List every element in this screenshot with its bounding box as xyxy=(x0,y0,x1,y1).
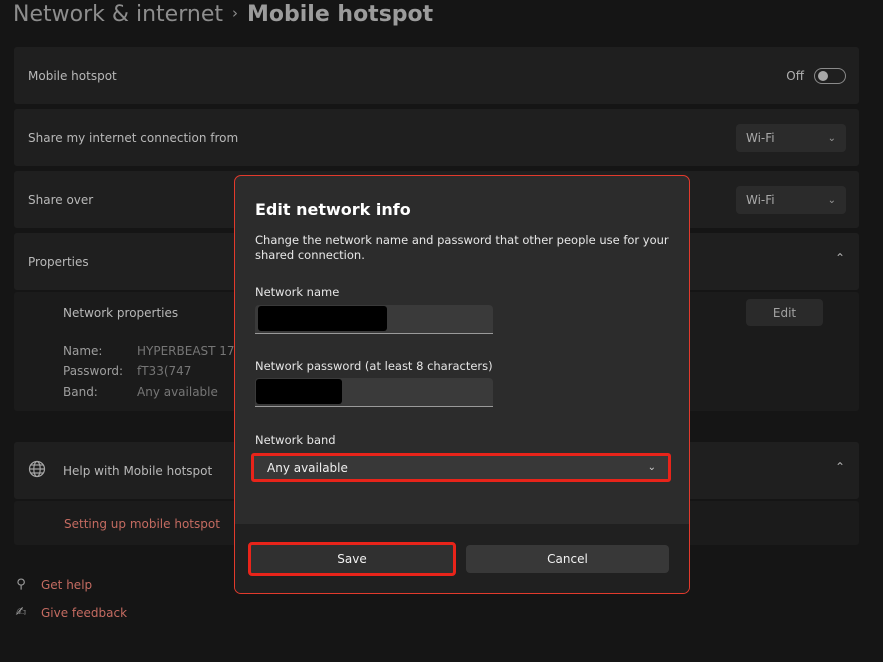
get-help-label: Get help xyxy=(41,577,93,592)
network-name-label: Network name xyxy=(255,285,340,299)
breadcrumb: Network & internet › Mobile hotspot xyxy=(13,2,433,27)
get-help-link[interactable]: ⚲ Get help xyxy=(13,577,92,592)
network-password-input[interactable] xyxy=(255,378,493,407)
hotspot-row: Mobile hotspot Off xyxy=(14,47,859,104)
hotspot-toggle-group: Off xyxy=(786,68,846,84)
redacted-name xyxy=(258,306,387,331)
chevron-up-icon[interactable]: ⌃ xyxy=(835,251,845,265)
password-label: Password: xyxy=(63,364,124,378)
share-over-value: Wi-Fi xyxy=(746,193,775,207)
chevron-up-icon[interactable]: ⌃ xyxy=(835,460,845,474)
network-band-label: Network band xyxy=(255,433,336,447)
share-from-dropdown[interactable]: Wi-Fi ⌄ xyxy=(736,124,846,152)
band-label: Band: xyxy=(63,385,98,399)
network-password-label: Network password (at least 8 characters) xyxy=(255,359,493,373)
chevron-down-icon: ⌄ xyxy=(827,194,836,206)
share-from-label: Share my internet connection from xyxy=(28,131,239,145)
redacted-password xyxy=(256,379,342,404)
chevron-down-icon: ⌄ xyxy=(647,462,656,473)
breadcrumb-separator: › xyxy=(231,4,238,22)
hotspot-toggle[interactable] xyxy=(814,68,846,84)
name-value: HYPERBEAST 1730 xyxy=(137,344,250,358)
feedback-icon: ✍ xyxy=(15,605,27,620)
edit-button-label: Edit xyxy=(772,305,797,320)
chevron-down-icon: ⌄ xyxy=(827,132,836,144)
breadcrumb-parent[interactable]: Network & internet xyxy=(13,2,223,27)
globe-icon xyxy=(28,460,46,478)
help-label: Help with Mobile hotspot xyxy=(63,464,213,478)
toggle-knob xyxy=(818,71,828,81)
cancel-button[interactable]: Cancel xyxy=(466,545,669,573)
save-button-label: Save xyxy=(337,552,367,566)
setting-up-hotspot-link[interactable]: Setting up mobile hotspot xyxy=(64,517,220,531)
edit-network-dialog: Edit network info Change the network nam… xyxy=(234,175,690,594)
share-over-dropdown[interactable]: Wi-Fi ⌄ xyxy=(736,186,846,214)
save-button[interactable]: Save xyxy=(248,542,456,576)
cancel-button-label: Cancel xyxy=(547,552,588,566)
network-name-input[interactable] xyxy=(255,305,493,334)
share-from-row: Share my internet connection from Wi-Fi … xyxy=(14,109,859,166)
password-value: fT33(747 xyxy=(137,364,192,378)
give-feedback-label: Give feedback xyxy=(41,605,128,620)
dialog-title: Edit network info xyxy=(255,200,411,219)
dialog-description: Change the network name and password tha… xyxy=(255,233,669,262)
name-label: Name: xyxy=(63,344,103,358)
properties-label: Properties xyxy=(28,255,89,269)
help-icon: ⚲ xyxy=(16,577,26,592)
edit-button[interactable]: Edit xyxy=(746,299,823,326)
network-band-value: Any available xyxy=(267,460,348,475)
share-over-label: Share over xyxy=(28,193,94,207)
network-band-dropdown[interactable]: Any available ⌄ xyxy=(251,453,671,482)
hotspot-state-text: Off xyxy=(786,69,804,83)
page-title: Mobile hotspot xyxy=(246,2,434,27)
band-value: Any available xyxy=(137,385,218,399)
network-properties-title: Network properties xyxy=(63,306,179,320)
give-feedback-link[interactable]: ✍ Give feedback xyxy=(13,605,128,620)
share-from-value: Wi-Fi xyxy=(746,131,775,145)
hotspot-label: Mobile hotspot xyxy=(28,69,117,83)
